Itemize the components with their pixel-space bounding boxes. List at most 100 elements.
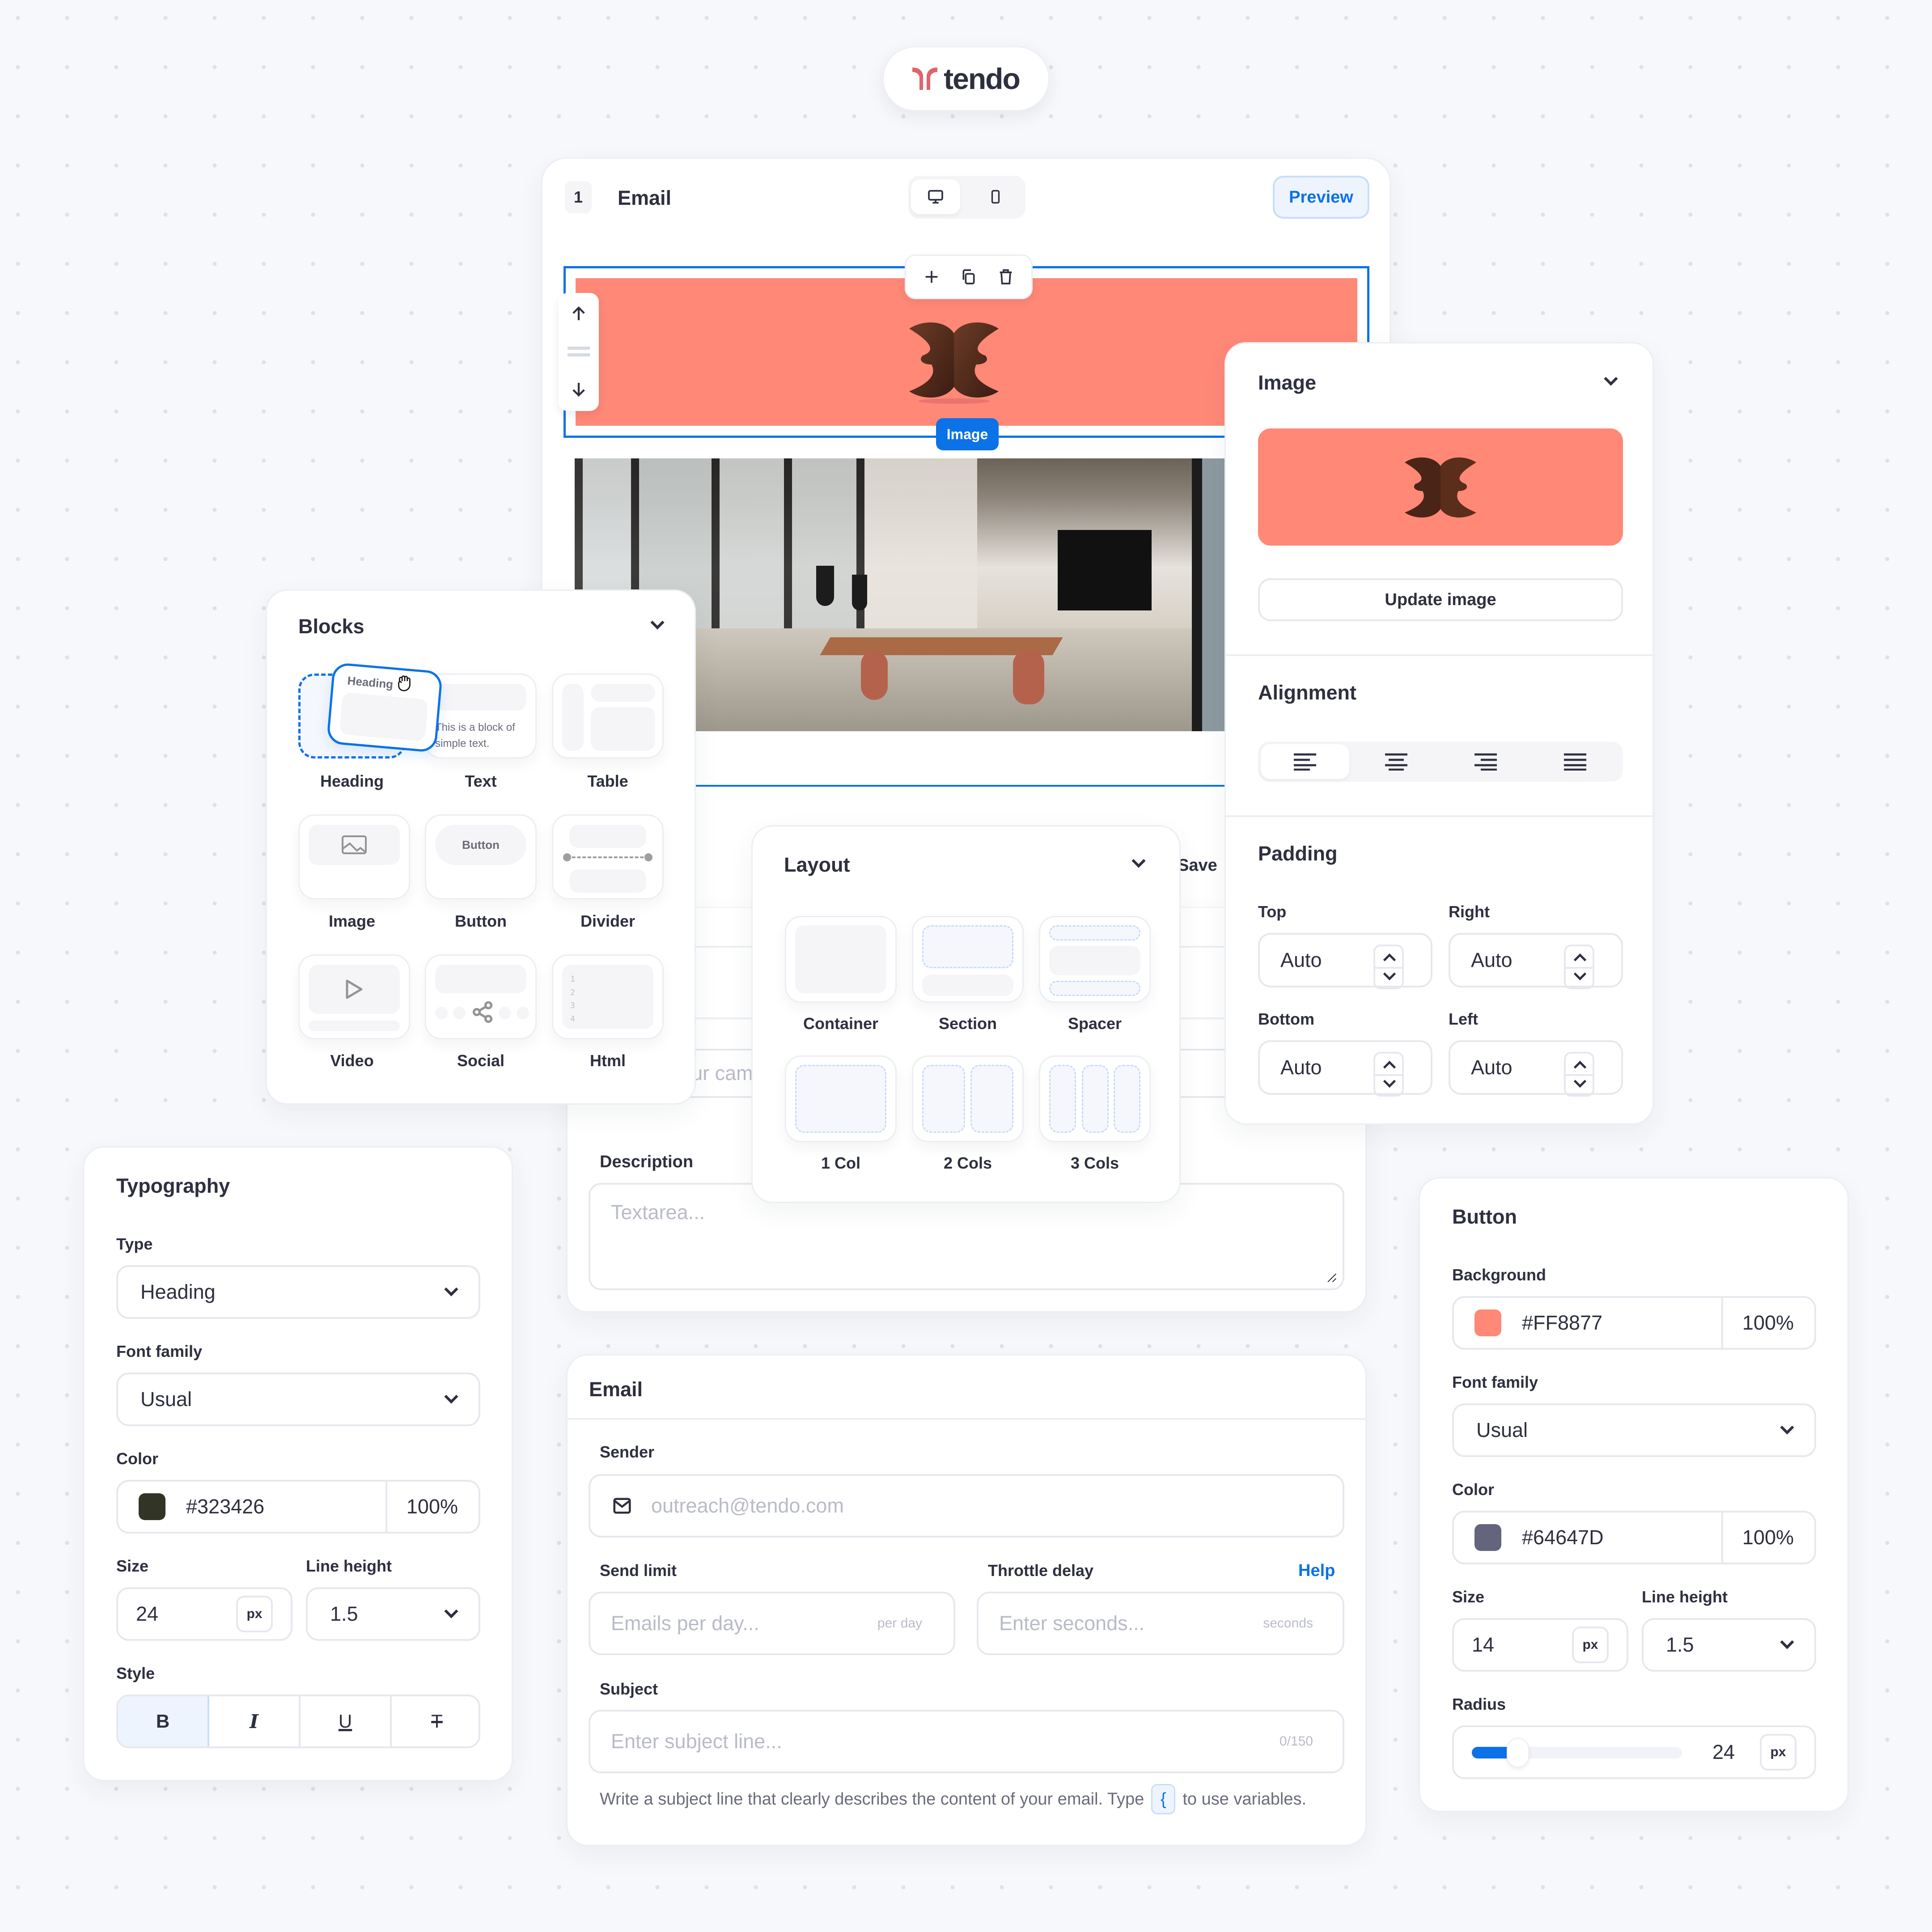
chevron-down-icon[interactable] bbox=[650, 615, 665, 630]
brand-logo-pill: tendo bbox=[882, 46, 1050, 111]
block-label-video: Video bbox=[330, 1051, 374, 1070]
drag-handle-icon[interactable] bbox=[568, 347, 590, 356]
image-settings-panel: Image Update image Alignment Padding Top… bbox=[1224, 342, 1654, 1125]
radius-slider-thumb[interactable] bbox=[1507, 1738, 1530, 1767]
font-family-select[interactable]: Usual bbox=[116, 1373, 480, 1426]
block-tile-image[interactable] bbox=[298, 814, 410, 899]
padding-right-stepper[interactable] bbox=[1564, 945, 1594, 989]
padding-top-input[interactable]: Auto bbox=[1258, 933, 1432, 989]
strikethrough-button[interactable]: T bbox=[392, 1696, 479, 1746]
plus-icon[interactable] bbox=[923, 268, 941, 286]
line-height-select[interactable]: 1.5 bbox=[306, 1587, 480, 1641]
background-opacity-value[interactable]: 100% bbox=[1742, 1311, 1794, 1335]
layout-tile-2-cols[interactable] bbox=[912, 1055, 1024, 1142]
chevron-down-icon[interactable] bbox=[1131, 854, 1146, 868]
block-tile-html[interactable]: 1 2 3 4 bbox=[552, 954, 664, 1039]
subject-label: Subject bbox=[600, 1680, 658, 1698]
background-color-input[interactable]: #FF8877 100% bbox=[1452, 1296, 1816, 1350]
desktop-view-button[interactable] bbox=[911, 179, 960, 214]
section-divider bbox=[568, 1418, 1365, 1420]
layout-tile-spacer[interactable] bbox=[1039, 916, 1151, 1003]
layout-tile-3-cols[interactable] bbox=[1039, 1055, 1151, 1142]
html-line-number: 1 bbox=[570, 974, 575, 984]
editor-title: Email bbox=[618, 186, 672, 209]
size-unit-badge: px bbox=[236, 1596, 273, 1632]
align-left-button[interactable] bbox=[1261, 744, 1349, 779]
button-color-opacity-value[interactable]: 100% bbox=[1742, 1526, 1794, 1549]
subject-character-counter: 0/150 bbox=[1279, 1734, 1313, 1749]
layout-label-3-cols: 3 Cols bbox=[1070, 1154, 1119, 1172]
block-label-divider: Divider bbox=[580, 912, 636, 930]
underline-button[interactable]: U bbox=[301, 1696, 392, 1746]
throttle-help-link[interactable]: Help bbox=[1298, 1561, 1335, 1580]
resize-handle-icon[interactable] bbox=[1326, 1271, 1337, 1283]
arrow-down-icon[interactable] bbox=[569, 380, 588, 398]
background-color-swatch[interactable] bbox=[1474, 1309, 1501, 1336]
preview-button[interactable]: Preview bbox=[1273, 176, 1369, 219]
padding-bottom-input[interactable]: Auto bbox=[1258, 1040, 1432, 1097]
type-select[interactable]: Heading bbox=[116, 1265, 480, 1319]
color-opacity-value[interactable]: 100% bbox=[407, 1495, 458, 1518]
mobile-view-button[interactable] bbox=[971, 179, 1020, 214]
italic-button[interactable]: I bbox=[209, 1696, 301, 1746]
bold-button[interactable]: B bbox=[118, 1696, 209, 1746]
button-color-swatch[interactable] bbox=[1474, 1524, 1501, 1551]
button-block-preview: Button bbox=[435, 825, 526, 865]
align-justify-button[interactable] bbox=[1531, 744, 1619, 779]
block-tile-video[interactable] bbox=[298, 954, 410, 1039]
throttle-delay-input[interactable]: Enter seconds... seconds bbox=[977, 1592, 1344, 1655]
trash-icon[interactable] bbox=[997, 268, 1015, 286]
padding-top-stepper[interactable] bbox=[1373, 945, 1404, 989]
brand-mark-image bbox=[1405, 457, 1476, 518]
padding-bottom-label: Bottom bbox=[1258, 1010, 1314, 1028]
button-font-family-select[interactable]: Usual bbox=[1452, 1403, 1816, 1457]
chevron-down-icon bbox=[444, 1390, 458, 1404]
mobile-icon bbox=[991, 190, 1000, 204]
align-center-button[interactable] bbox=[1352, 744, 1441, 779]
dragged-heading-block[interactable]: Heading bbox=[326, 662, 443, 753]
button-size-input[interactable]: 14 px bbox=[1452, 1618, 1628, 1672]
radius-slider-track[interactable] bbox=[1472, 1738, 1682, 1767]
copy-icon[interactable] bbox=[960, 268, 978, 286]
padding-bottom-stepper[interactable] bbox=[1373, 1052, 1404, 1097]
block-move-controls bbox=[559, 293, 599, 411]
block-tile-button[interactable]: Button bbox=[425, 814, 537, 899]
button-font-family-label: Font family bbox=[1452, 1373, 1538, 1391]
radius-control: 24 px bbox=[1452, 1725, 1816, 1779]
button-color-input[interactable]: #64647D 100% bbox=[1452, 1511, 1816, 1564]
button-line-height-label: Line height bbox=[1642, 1588, 1728, 1606]
subject-input[interactable]: Enter subject line... 0/150 bbox=[589, 1710, 1344, 1773]
block-tile-table[interactable] bbox=[552, 674, 664, 758]
layout-tile-1-col[interactable] bbox=[785, 1055, 897, 1142]
share-icon bbox=[472, 1001, 493, 1023]
padding-title: Padding bbox=[1258, 842, 1338, 865]
layout-label-section: Section bbox=[938, 1014, 997, 1033]
padding-left-input[interactable]: Auto bbox=[1449, 1040, 1623, 1097]
dragged-heading-label: Heading bbox=[347, 674, 394, 691]
sender-input[interactable]: outreach@tendo.com bbox=[589, 1474, 1344, 1538]
layout-tile-container[interactable] bbox=[785, 916, 897, 1003]
divider-line bbox=[567, 856, 649, 858]
section-divider bbox=[1226, 815, 1652, 817]
layout-tile-section[interactable] bbox=[912, 916, 1024, 1003]
padding-right-input[interactable]: Auto bbox=[1449, 933, 1623, 989]
html-line-number: 3 bbox=[570, 1001, 575, 1011]
arrow-up-icon[interactable] bbox=[569, 305, 588, 323]
font-family-label: Font family bbox=[116, 1342, 203, 1360]
align-right-button[interactable] bbox=[1441, 744, 1530, 779]
button-settings-panel: Button Background #FF8877 100% Font fami… bbox=[1419, 1177, 1849, 1812]
send-limit-input[interactable]: Emails per day... per day bbox=[589, 1592, 955, 1655]
chevron-down-icon[interactable] bbox=[1604, 372, 1618, 386]
color-input[interactable]: #323426 100% bbox=[116, 1480, 480, 1534]
size-input[interactable]: 24 px bbox=[116, 1587, 292, 1641]
color-swatch[interactable] bbox=[139, 1493, 165, 1520]
layout-label-1-col: 1 Col bbox=[821, 1154, 860, 1172]
block-tile-social[interactable] bbox=[425, 954, 537, 1039]
update-image-button[interactable]: Update image bbox=[1258, 578, 1623, 621]
block-tile-divider[interactable] bbox=[552, 814, 664, 899]
type-label: Type bbox=[116, 1235, 153, 1253]
button-line-height-select[interactable]: 1.5 bbox=[1642, 1618, 1816, 1672]
radius-value[interactable]: 24 bbox=[1712, 1741, 1735, 1764]
padding-left-stepper[interactable] bbox=[1564, 1052, 1594, 1097]
text-block-preview: This is a block of simple text. bbox=[435, 721, 515, 750]
